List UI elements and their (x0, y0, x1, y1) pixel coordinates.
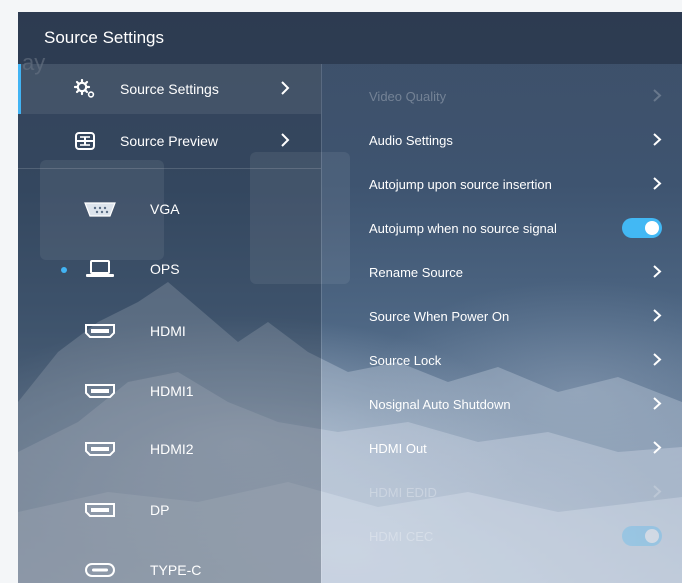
nav-item-label: Source Preview (120, 133, 219, 149)
toggle-knob (645, 221, 659, 235)
source-item-label: VGA (150, 201, 180, 217)
setting-audio-settings[interactable]: Audio Settings (322, 118, 682, 162)
selected-indicator-dot (61, 267, 67, 273)
chevron-right-icon (653, 397, 662, 410)
source-item-hdmi[interactable]: HDMI (18, 303, 321, 361)
usb-c-port-icon (85, 563, 115, 577)
chevron-right-icon (653, 177, 662, 190)
source-item-label: HDMI (150, 323, 186, 339)
source-settings-panel: Source Settings ay Source Settings Sourc… (18, 12, 682, 583)
chevron-right-icon (653, 485, 662, 498)
chevron-right-icon (653, 89, 662, 102)
setting-label: Source Lock (369, 353, 442, 368)
setting-video-quality[interactable]: Video Quality (322, 74, 682, 118)
setting-label: Video Quality (369, 89, 447, 104)
source-item-hdmi1[interactable]: HDMI1 (18, 363, 321, 421)
setting-source-when-power-on[interactable]: Source When Power On (322, 294, 682, 338)
hdmi-cec-toggle[interactable] (622, 526, 662, 546)
source-item-vga[interactable]: VGA (18, 181, 321, 239)
toggle-knob (645, 529, 659, 543)
setting-label: HDMI Out (369, 441, 427, 456)
setting-label: Nosignal Auto Shutdown (369, 397, 511, 412)
setting-label: Rename Source (369, 265, 463, 280)
source-item-type-c[interactable]: TYPE-C (18, 542, 321, 583)
chevron-right-icon (653, 265, 662, 278)
chevron-right-icon (653, 441, 662, 454)
source-item-label: OPS (150, 261, 180, 277)
setting-hdmi-edid[interactable]: HDMI EDID (322, 470, 682, 514)
source-item-label: HDMI1 (150, 383, 194, 399)
page-title: Source Settings (44, 28, 165, 47)
left-column: Source Settings Source Preview VGA OPS H… (18, 64, 350, 583)
setting-label: Autojump when no source signal (369, 221, 557, 236)
header-bar: Source Settings (18, 12, 682, 64)
setting-label: Source When Power On (369, 309, 510, 324)
preview-grid-icon (75, 132, 95, 150)
gear-icon (74, 79, 95, 98)
chevron-right-icon (281, 81, 290, 95)
setting-autojump-source-insertion[interactable]: Autojump upon source insertion (322, 162, 682, 206)
setting-hdmi-out[interactable]: HDMI Out (322, 426, 682, 470)
setting-nosignal-auto-shutdown[interactable]: Nosignal Auto Shutdown (322, 382, 682, 426)
nav-item-source-settings[interactable]: Source Settings (18, 64, 321, 114)
chevron-right-icon (653, 309, 662, 322)
setting-autojump-no-signal[interactable]: Autojump when no source signal (322, 206, 682, 250)
source-item-label: DP (150, 502, 170, 518)
hdmi-port-icon (85, 324, 115, 338)
vga-port-icon (84, 202, 116, 217)
source-item-label: HDMI2 (150, 441, 194, 457)
chevron-right-icon (281, 133, 290, 147)
nav-item-label: Source Settings (120, 81, 219, 97)
source-item-hdmi2[interactable]: HDMI2 (18, 421, 321, 479)
hdmi-port-icon (85, 384, 115, 398)
setting-rename-source[interactable]: Rename Source (322, 250, 682, 294)
app-window: Source Settings ay Source Settings Sourc… (0, 0, 682, 583)
setting-hdmi-cec[interactable]: HDMI CEC (322, 514, 682, 558)
setting-source-lock[interactable]: Source Lock (322, 338, 682, 382)
source-item-dp[interactable]: DP (18, 482, 321, 540)
chevron-right-icon (653, 133, 662, 146)
source-item-label: TYPE-C (150, 562, 202, 578)
source-item-ops[interactable]: OPS (18, 241, 321, 299)
setting-label: HDMI EDID (369, 485, 437, 500)
setting-label: Autojump upon source insertion (369, 177, 552, 192)
hdmi-port-icon (85, 442, 115, 456)
laptop-icon (86, 260, 114, 277)
setting-label: HDMI CEC (369, 529, 434, 544)
chevron-right-icon (653, 353, 662, 366)
displayport-icon (85, 503, 115, 517)
autojump-no-signal-toggle[interactable] (622, 218, 662, 238)
setting-label: Audio Settings (369, 133, 453, 148)
